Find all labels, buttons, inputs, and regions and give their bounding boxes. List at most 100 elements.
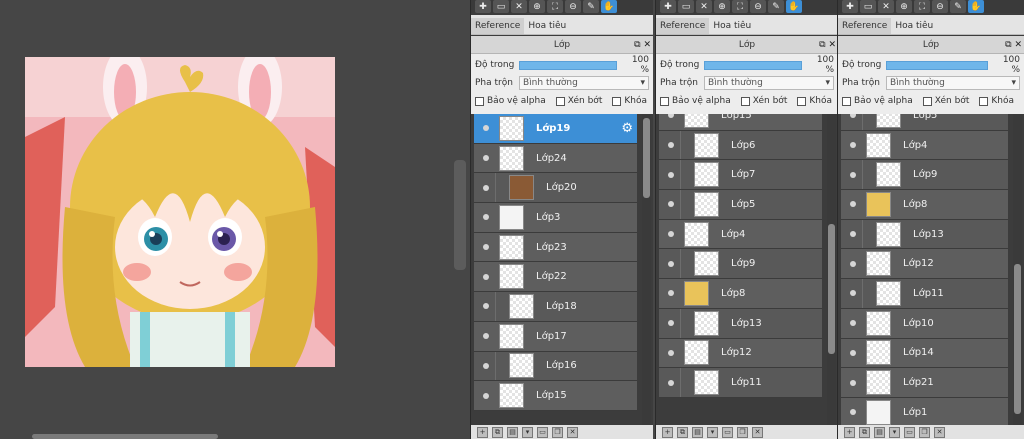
tab-reference[interactable]: Reference [656, 18, 710, 34]
opacity-slider[interactable] [704, 60, 802, 70]
layer-row[interactable]: Lớp15 [474, 381, 637, 411]
canvas-horizontal-scrollbar[interactable] [32, 434, 218, 439]
folder-button[interactable]: ▭ [537, 426, 548, 438]
open-folder-icon[interactable]: ▭ [678, 0, 694, 13]
visibility-icon[interactable] [846, 376, 860, 390]
layer-row[interactable]: Lớp13 [659, 308, 822, 339]
clip-checkbox[interactable]: Xén bớt [740, 96, 787, 106]
layer-row[interactable]: Lớp9 [841, 160, 1008, 191]
layer-row[interactable]: Lớp3 [474, 203, 637, 233]
layer-row[interactable]: Lớp21 [841, 368, 1008, 398]
tab-navigator[interactable]: Hoa tiêu [524, 18, 570, 34]
layer-row[interactable]: Lớp10 [841, 308, 1008, 339]
visibility-icon[interactable] [479, 359, 493, 373]
fit-icon[interactable]: ⛶ [547, 0, 563, 13]
visibility-icon[interactable] [664, 138, 678, 152]
layer-row[interactable]: Lớp12 [841, 249, 1008, 280]
tab-navigator[interactable]: Hoa tiêu [891, 18, 937, 34]
visibility-icon[interactable] [479, 270, 493, 284]
layer-row[interactable]: Lớp5 [659, 190, 822, 220]
duplicate-layer-button[interactable]: ⧉ [677, 426, 688, 438]
close-icon[interactable]: ✕ [511, 0, 527, 13]
visibility-icon[interactable] [664, 286, 678, 300]
visibility-icon[interactable] [479, 329, 493, 343]
visibility-icon[interactable] [846, 405, 860, 419]
visibility-icon[interactable] [479, 389, 493, 403]
clip-checkbox[interactable]: Xén bớt [555, 96, 602, 106]
merge-layer-button[interactable]: ▤ [874, 426, 885, 438]
copy-layer-button[interactable]: ❐ [919, 426, 930, 438]
layer-row[interactable]: Lớp23 [474, 232, 637, 263]
layer-row[interactable]: Lớp16 [474, 351, 637, 382]
layer-settings-icon[interactable]: ⚙ [621, 121, 633, 136]
layer-row[interactable]: Lớp1 [841, 397, 1008, 425]
new-layer-icon[interactable]: ✚ [842, 0, 858, 13]
hand-icon[interactable]: ✋ [601, 0, 617, 13]
layer-row[interactable]: Lớp14 [841, 338, 1008, 369]
tab-navigator[interactable]: Hoa tiêu [709, 18, 755, 34]
import-layer-button[interactable]: ▾ [707, 426, 718, 438]
layer-row[interactable]: Lớp11 [659, 368, 822, 398]
visibility-icon[interactable] [479, 121, 493, 135]
visibility-icon[interactable] [479, 181, 493, 195]
layer-row[interactable]: Lớp8 [841, 190, 1008, 220]
copy-layer-button[interactable]: ❐ [737, 426, 748, 438]
visibility-icon[interactable] [479, 210, 493, 224]
layer-row[interactable]: Lớp4 [841, 130, 1008, 161]
folder-button[interactable]: ▭ [722, 426, 733, 438]
hand-icon[interactable]: ✋ [968, 0, 984, 13]
zoom-out-icon[interactable]: ⊖ [565, 0, 581, 13]
protect-alpha-checkbox[interactable]: Bảo vệ alpha [475, 96, 546, 106]
visibility-icon[interactable] [664, 376, 678, 390]
tab-reference[interactable]: Reference [838, 18, 892, 34]
close-icon[interactable]: ✕ [696, 0, 712, 13]
fit-icon[interactable]: ⛶ [914, 0, 930, 13]
fit-icon[interactable]: ⛶ [732, 0, 748, 13]
visibility-icon[interactable] [664, 197, 678, 211]
new-layer-button[interactable]: + [844, 426, 855, 438]
layer-row[interactable]: Lớp22 [474, 262, 637, 293]
zoom-in-icon[interactable]: ⊕ [896, 0, 912, 13]
new-layer-button[interactable]: + [662, 426, 673, 438]
new-layer-icon[interactable]: ✚ [475, 0, 491, 13]
delete-layer-button[interactable]: ✕ [752, 426, 763, 438]
zoom-out-icon[interactable]: ⊖ [750, 0, 766, 13]
visibility-icon[interactable] [479, 299, 493, 313]
layer-list-scrollbar[interactable] [642, 114, 651, 425]
close-icon[interactable]: ✕ [878, 0, 894, 13]
eyedropper-icon[interactable]: ✎ [583, 0, 599, 13]
visibility-icon[interactable] [664, 346, 678, 360]
visibility-icon[interactable] [664, 227, 678, 241]
layer-row[interactable]: Lớp15 [659, 114, 822, 131]
delete-layer-button[interactable]: ✕ [934, 426, 945, 438]
opacity-slider[interactable] [886, 60, 988, 70]
clip-checkbox[interactable]: Xén bớt [922, 96, 969, 106]
layer-row[interactable]: Lớp17 [474, 321, 637, 352]
visibility-icon[interactable] [846, 197, 860, 211]
duplicate-layer-button[interactable]: ⧉ [492, 426, 503, 438]
open-folder-icon[interactable]: ▭ [860, 0, 876, 13]
visibility-icon[interactable] [664, 168, 678, 182]
import-layer-button[interactable]: ▾ [889, 426, 900, 438]
layer-row[interactable]: Lớp11 [841, 279, 1008, 309]
visibility-icon[interactable] [664, 257, 678, 271]
zoom-in-icon[interactable]: ⊕ [529, 0, 545, 13]
layer-row[interactable]: Lớp8 [659, 279, 822, 309]
delete-layer-button[interactable]: ✕ [567, 426, 578, 438]
copy-layer-button[interactable]: ❐ [552, 426, 563, 438]
panel-window-controls[interactable]: ⧉ ✕ [1005, 36, 1022, 54]
blend-mode-select[interactable]: Bình thường [704, 76, 834, 90]
duplicate-layer-button[interactable]: ⧉ [859, 426, 870, 438]
folder-button[interactable]: ▭ [904, 426, 915, 438]
layer-row[interactable]: Lớp5 [841, 114, 1008, 131]
merge-layer-button[interactable]: ▤ [507, 426, 518, 438]
opacity-slider[interactable] [519, 60, 617, 70]
visibility-icon[interactable] [846, 257, 860, 271]
visibility-icon[interactable] [479, 240, 493, 254]
layer-row[interactable]: Lớp9 [659, 249, 822, 280]
visibility-icon[interactable] [664, 114, 678, 122]
layer-row[interactable]: Lớp18 [474, 292, 637, 322]
artwork-canvas[interactable] [25, 57, 335, 367]
layer-row[interactable]: Lớp12 [659, 338, 822, 369]
eyedropper-icon[interactable]: ✎ [768, 0, 784, 13]
